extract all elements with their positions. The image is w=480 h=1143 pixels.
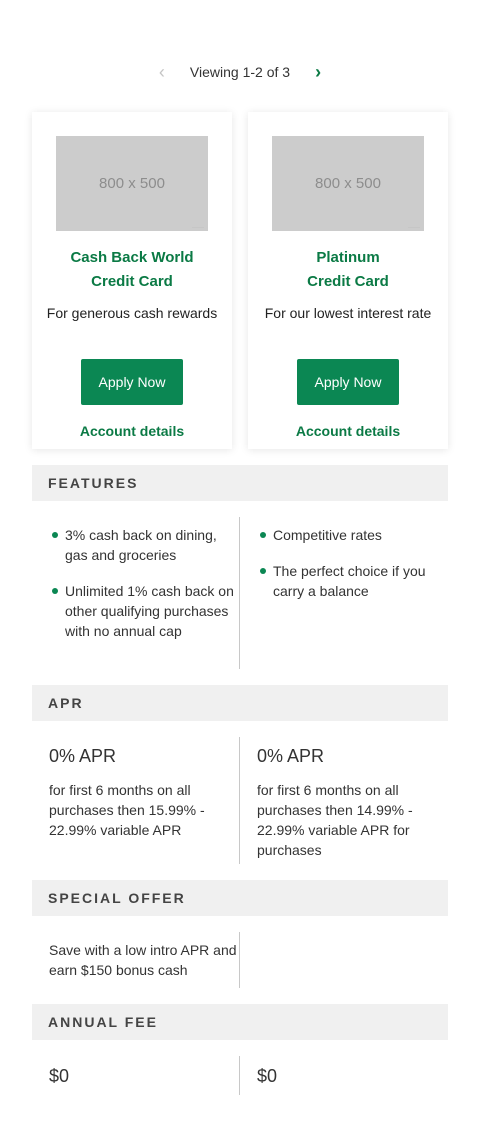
apr-column: 0% APR for first 6 months on all purchas… [257,744,447,860]
features-column: Competitive rates The perfect choice if … [257,525,447,617]
apply-now-button[interactable]: Apply Now [81,359,183,405]
section-header-features: FEATURES [32,465,448,501]
image-watermark: ——— [192,224,204,229]
annual-fee-row: $0 $0 [32,1056,448,1095]
apr-headline: 0% APR [49,746,117,766]
list-item: Unlimited 1% cash back on other qualifyi… [49,581,239,641]
features-row: 3% cash back on dining, gas and grocerie… [32,517,448,669]
section-header-special-offer: SPECIAL OFFER [32,880,448,916]
card-tagline: For our lowest interest rate [264,305,432,321]
card-title-line: Credit Card [91,273,173,290]
product-card: 800 x 500 ——— Platinum Credit Card For o… [248,112,448,449]
chevron-right-icon[interactable]: › [304,58,332,86]
card-title[interactable]: Cash Back World Credit Card [44,246,220,294]
apr-column: 0% APR for first 6 months on all purchas… [49,744,239,840]
apply-now-button[interactable]: Apply Now [297,359,399,405]
card-image-placeholder: 800 x 500 ——— [56,136,208,231]
card-title-line: Platinum [316,249,380,266]
annual-fee-value: $0 [257,1066,278,1086]
features-column: 3% cash back on dining, gas and grocerie… [49,525,239,657]
apr-description: for first 6 months on all purchases then… [257,782,413,858]
card-carousel: 800 x 500 ——— Cash Back World Credit Car… [32,112,464,449]
card-title-line: Cash Back World [70,249,194,266]
chevron-left-icon[interactable]: ‹ [148,58,176,86]
annual-fee-value: $0 [49,1066,70,1086]
pagination: ‹ Viewing 1-2 of 3 › [0,58,480,86]
special-offer-row: Save with a low intro APR and earn $150 … [32,932,448,988]
apr-description: for first 6 months on all purchases then… [49,782,205,838]
features-list: 3% cash back on dining, gas and grocerie… [49,525,239,641]
account-details-link[interactable]: Account details [248,423,448,439]
list-item: Competitive rates [257,525,447,545]
annual-fee-column: $0 [257,1064,447,1088]
card-tagline: For generous cash rewards [46,305,218,321]
list-item: The perfect choice if you carry a balanc… [257,561,447,601]
annual-fee-column: $0 [49,1064,239,1088]
special-offer-text: Save with a low intro APR and earn $150 … [49,942,237,978]
image-size-label: 800 x 500 [99,175,165,192]
account-details-link[interactable]: Account details [32,423,232,439]
pagination-label: Viewing 1-2 of 3 [189,64,291,80]
section-header-apr: APR [32,685,448,721]
product-card: 800 x 500 ——— Cash Back World Credit Car… [32,112,232,449]
column-divider [239,517,240,669]
special-offer-column: Save with a low intro APR and earn $150 … [49,940,239,980]
features-list: Competitive rates The perfect choice if … [257,525,447,601]
column-divider [239,932,240,988]
image-watermark: ——— [408,224,420,229]
card-image-placeholder: 800 x 500 ——— [272,136,424,231]
section-header-annual-fee: ANNUAL FEE [32,1004,448,1040]
apr-headline: 0% APR [257,746,325,766]
column-divider [239,737,240,864]
column-divider [239,1056,240,1095]
card-title[interactable]: Platinum Credit Card [260,246,436,294]
apr-row: 0% APR for first 6 months on all purchas… [32,737,448,864]
card-title-line: Credit Card [307,273,389,290]
image-size-label: 800 x 500 [315,175,381,192]
list-item: 3% cash back on dining, gas and grocerie… [49,525,239,565]
